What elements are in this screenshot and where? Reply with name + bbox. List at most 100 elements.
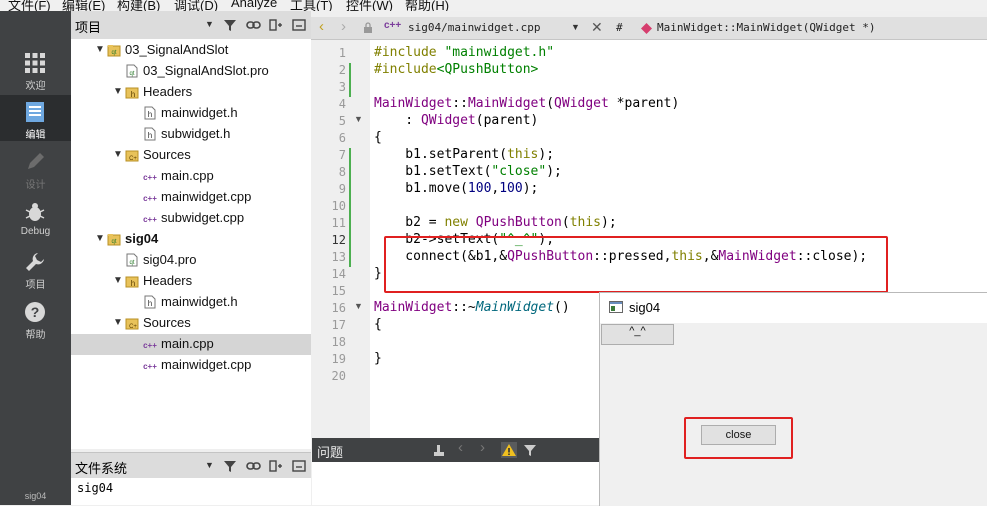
link-icon[interactable] bbox=[246, 18, 261, 32]
tree-item-label: subwidget.h bbox=[161, 126, 231, 141]
change-marker bbox=[349, 148, 351, 216]
header-folder-icon: h bbox=[125, 276, 139, 288]
mode-label: 欢迎 bbox=[25, 81, 46, 92]
hash-marker: # bbox=[616, 21, 623, 34]
menu-help[interactable]: 帮助(H) bbox=[405, 0, 449, 11]
tree-item[interactable]: c++ mainwidget.cpp bbox=[71, 355, 311, 376]
svg-text:h: h bbox=[131, 90, 135, 99]
tree-item-label: mainwidget.h bbox=[161, 105, 238, 120]
filter-icon[interactable] bbox=[223, 18, 237, 32]
line-number: 9 bbox=[338, 182, 346, 196]
line-number: 14 bbox=[331, 267, 346, 281]
tree-item[interactable]: qt sig04.pro bbox=[71, 250, 311, 271]
menu-file[interactable]: 文件(F) bbox=[8, 0, 51, 11]
grid-icon bbox=[25, 53, 45, 73]
tree-item-label: mainwidget.cpp bbox=[161, 189, 252, 204]
chevron-down-icon[interactable]: ▼ bbox=[113, 275, 123, 286]
warning-icon[interactable] bbox=[501, 442, 517, 458]
tree-item[interactable]: c++ main.cpp bbox=[71, 334, 311, 355]
active-project-label[interactable]: sig04 bbox=[0, 491, 71, 501]
filesystem-path[interactable]: sig04 bbox=[77, 481, 113, 495]
tree-item-label: Sources bbox=[143, 147, 191, 162]
menu-analyze[interactable]: Analyze bbox=[231, 0, 277, 10]
chevron-down-icon[interactable]: ▼ bbox=[113, 86, 123, 97]
mode-edit[interactable]: 编辑 bbox=[0, 95, 71, 141]
tree-item[interactable]: ▼ qt sig04 bbox=[71, 229, 311, 250]
tree-item[interactable]: ▼ C+ Sources bbox=[71, 313, 311, 334]
code-line-6: { bbox=[374, 130, 382, 145]
prev-issue-icon[interactable]: ‹ bbox=[458, 439, 463, 456]
split-icon[interactable] bbox=[269, 459, 283, 473]
code-line-19: } bbox=[374, 351, 382, 366]
tree-item-label: sig04 bbox=[125, 231, 159, 246]
tree-item[interactable]: ▼ h Headers bbox=[71, 271, 311, 292]
tree-item-label: Headers bbox=[143, 84, 193, 99]
smiley-button[interactable]: ^_^ bbox=[601, 324, 674, 345]
svg-text:h: h bbox=[148, 110, 152, 119]
chevron-down-icon[interactable]: ▼ bbox=[205, 460, 214, 470]
mode-help[interactable]: ? 帮助 bbox=[0, 295, 71, 341]
chevron-down-icon[interactable]: ▼ bbox=[205, 19, 214, 29]
build-icon[interactable] bbox=[432, 443, 446, 457]
tree-item-label: mainwidget.cpp bbox=[161, 357, 252, 372]
chevron-down-icon[interactable]: ▼ bbox=[571, 22, 580, 32]
tree-item[interactable]: c++ subwidget.cpp bbox=[71, 208, 311, 229]
fold-icon[interactable]: ▼ bbox=[354, 301, 363, 311]
chevron-down-icon[interactable]: ▼ bbox=[95, 233, 105, 244]
back-arrow-icon[interactable]: ‹ bbox=[319, 18, 324, 35]
tree-item-label: Sources bbox=[143, 315, 191, 330]
editor-toolbar: ‹ › c++ sig04/mainwidget.cpp ▼ ✕ # MainW… bbox=[311, 17, 987, 40]
mode-debug[interactable]: Debug bbox=[0, 195, 71, 241]
tree-item[interactable]: h mainwidget.h bbox=[71, 103, 311, 124]
header-folder-icon: h bbox=[125, 87, 139, 99]
tree-item[interactable]: ▼ h Headers bbox=[71, 82, 311, 103]
mode-label: 设计 bbox=[25, 180, 46, 191]
current-file-name[interactable]: sig04/mainwidget.cpp bbox=[408, 21, 540, 34]
svg-text:h: h bbox=[148, 131, 152, 140]
tree-item[interactable]: ▼ qt 03_SignalAndSlot bbox=[71, 40, 311, 61]
close-pane-icon[interactable] bbox=[292, 459, 306, 473]
mode-design[interactable]: 设计 bbox=[0, 145, 71, 191]
change-marker bbox=[349, 216, 351, 267]
fold-icon[interactable]: ▼ bbox=[354, 114, 363, 124]
chevron-down-icon[interactable]: ▼ bbox=[95, 44, 105, 55]
cpp-file-icon: c++ bbox=[143, 194, 157, 203]
chevron-down-icon[interactable]: ▼ bbox=[113, 149, 123, 160]
filter-icon[interactable] bbox=[523, 443, 537, 457]
document-icon bbox=[26, 102, 44, 122]
code-line-14: } bbox=[374, 266, 382, 281]
line-number-gutter: 1 2 3 4 5 6 7 8 9 10 11 12 13 14 15 16 17 18 19 20 ▼ ▼ bbox=[312, 40, 370, 438]
tree-item[interactable]: c++ main.cpp bbox=[71, 166, 311, 187]
code-line-5: : QWidget(parent) bbox=[374, 113, 539, 128]
tree-item[interactable]: c++ mainwidget.cpp bbox=[71, 187, 311, 208]
menu-tools[interactable]: 工具(T) bbox=[290, 0, 333, 11]
menu-controls[interactable]: 控件(W) bbox=[346, 0, 393, 11]
current-symbol[interactable]: MainWidget::MainWidget(QWidget *) bbox=[657, 21, 876, 34]
menu-bar: 文件(F) 编辑(E) 构建(B) 调试(D) Analyze 工具(T) 控件… bbox=[0, 0, 987, 11]
lock-icon bbox=[364, 22, 372, 33]
mode-projects[interactable]: 项目 bbox=[0, 245, 71, 291]
next-issue-icon[interactable]: › bbox=[480, 439, 485, 456]
chevron-down-icon[interactable]: ▼ bbox=[113, 317, 123, 328]
link-icon[interactable] bbox=[246, 459, 261, 473]
svg-text:h: h bbox=[131, 279, 135, 288]
forward-arrow-icon[interactable]: › bbox=[341, 18, 346, 35]
tree-item[interactable]: h mainwidget.h bbox=[71, 292, 311, 313]
filter-icon[interactable] bbox=[223, 459, 237, 473]
mode-sidebar: 欢迎 编辑 设计 Debug 项目 ? 帮助 sig04 bbox=[0, 11, 71, 505]
menu-debug[interactable]: 调试(D) bbox=[174, 0, 218, 11]
mode-welcome[interactable]: 欢迎 bbox=[0, 46, 71, 92]
tree-item[interactable]: qt 03_SignalAndSlot.pro bbox=[71, 61, 311, 82]
tree-item[interactable]: ▼ C+ Sources bbox=[71, 145, 311, 166]
project-folder-icon: qt bbox=[107, 45, 121, 57]
line-number: 10 bbox=[331, 199, 346, 213]
svg-text:c++: c++ bbox=[143, 215, 157, 224]
svg-text:?: ? bbox=[31, 304, 40, 320]
menu-edit[interactable]: 编辑(E) bbox=[62, 0, 105, 11]
close-pane-icon[interactable] bbox=[292, 18, 306, 32]
menu-build[interactable]: 构建(B) bbox=[117, 0, 160, 11]
tree-item[interactable]: h subwidget.h bbox=[71, 124, 311, 145]
close-file-icon[interactable]: ✕ bbox=[591, 19, 603, 36]
split-icon[interactable] bbox=[269, 18, 283, 32]
header-file-icon: h bbox=[144, 295, 156, 309]
